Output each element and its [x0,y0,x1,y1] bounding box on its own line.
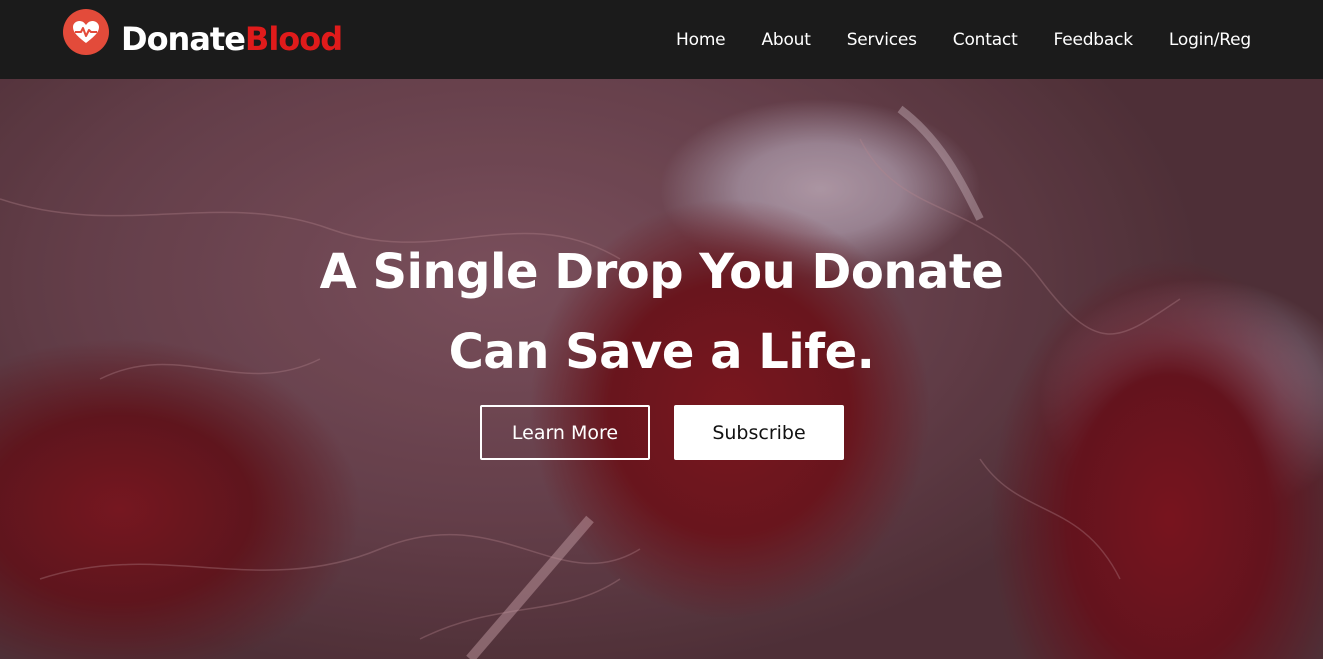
heart-pulse-icon [63,9,109,55]
brand-name-part1: Donate [121,20,246,58]
brand-name: DonateBlood [121,20,343,58]
hero-section: A Single Drop You Donate Can Save a Life… [0,79,1323,659]
brand-name-part2: Blood [244,20,343,58]
hero-title-line2: Can Save a Life. [448,324,875,380]
navbar: DonateBlood Home About Services Contact … [0,0,1323,79]
page: DonateBlood Home About Services Contact … [0,0,1323,659]
hero-buttons: Learn More Subscribe [480,405,844,460]
subscribe-button[interactable]: Subscribe [674,405,844,460]
nav-item-login-register[interactable]: Login/Reg [1169,30,1251,50]
nav-item-contact[interactable]: Contact [953,30,1018,50]
nav-item-about[interactable]: About [761,30,810,50]
main-nav: Home About Services Contact Feedback Log… [640,0,1251,79]
nav-item-home[interactable]: Home [676,30,726,50]
nav-item-services[interactable]: Services [847,30,917,50]
hero-title-line1: A Single Drop You Donate [319,244,1004,300]
nav-item-feedback[interactable]: Feedback [1054,30,1134,50]
hero-title: A Single Drop You Donate Can Save a Life… [0,232,1323,392]
brand-logo-link[interactable]: DonateBlood [63,9,343,68]
learn-more-button[interactable]: Learn More [480,405,650,460]
